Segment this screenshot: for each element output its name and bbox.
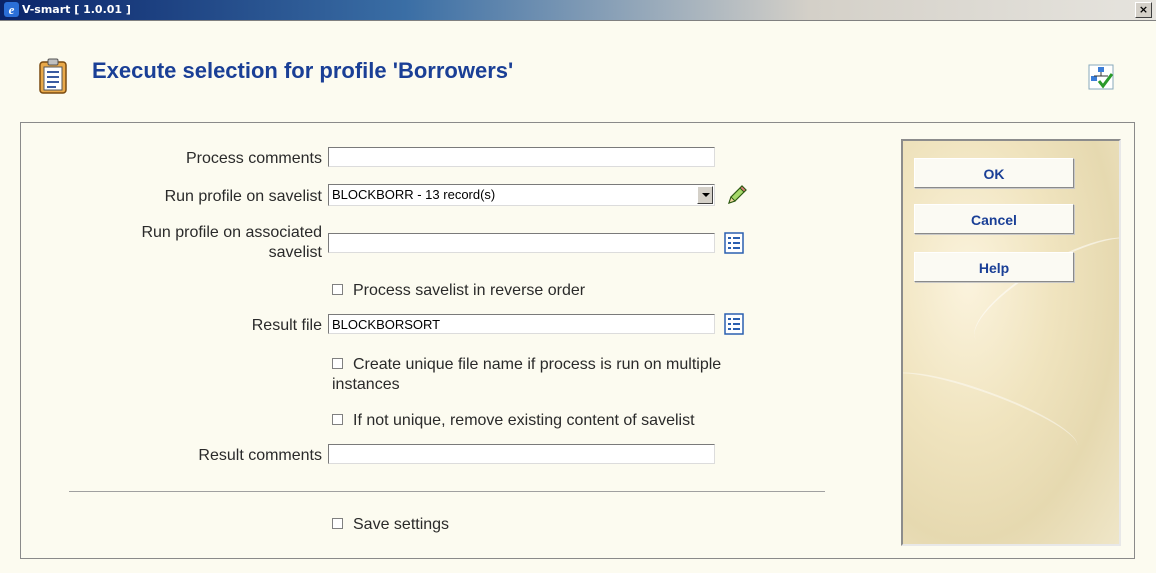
page-title: Execute selection for profile 'Borrowers… [92,58,514,83]
result-file-input[interactable] [328,314,715,334]
list-icon[interactable] [724,232,744,254]
cancel-button[interactable]: Cancel [914,204,1074,234]
remove-content-checkbox[interactable] [332,414,343,425]
result-comments-label: Result comments [198,447,322,464]
process-comments-label: Process comments [185,150,322,167]
savelist-label: Run profile on savelist [164,188,322,205]
pencil-icon[interactable] [725,183,749,207]
savelist-value: BLOCKBORR - 13 record(s) [332,187,496,202]
marble-texture [903,358,1085,466]
process-comments-input[interactable] [328,147,715,167]
unique-name-label-line1: Create unique file name if process is ru… [353,356,722,373]
reverse-order-row[interactable]: Process savelist in reverse order [332,281,585,301]
unique-name-checkbox[interactable] [332,358,343,369]
save-settings-checkbox[interactable] [332,518,343,529]
form-panel: Process comments Run profile on savelist… [20,122,1135,559]
associated-savelist-input[interactable] [328,233,715,253]
reverse-order-label: Process savelist in reverse order [353,282,586,299]
remove-content-label: If not unique, remove existing content o… [353,412,695,429]
list-icon[interactable] [724,313,744,335]
ok-button[interactable]: OK [914,158,1074,188]
ie-icon: e [4,2,19,17]
save-settings-label: Save settings [353,516,450,533]
reverse-order-checkbox[interactable] [332,284,343,295]
divider [69,491,825,492]
associated-savelist-label-line1: Run profile on associated [141,224,322,241]
hierarchy-check-icon[interactable] [1088,64,1114,90]
chevron-down-icon[interactable] [697,186,713,204]
close-button[interactable]: × [1135,2,1152,18]
unique-name-row[interactable]: Create unique file name if process is ru… [332,355,721,375]
remove-content-row[interactable]: If not unique, remove existing content o… [332,411,695,431]
save-settings-row[interactable]: Save settings [332,515,449,535]
marble-texture [960,217,1119,367]
window-title: V-smart [ 1.0.01 ] [22,3,131,16]
associated-savelist-label-line2: savelist [268,244,322,261]
window-title-bar: e V-smart [ 1.0.01 ] × [0,0,1156,21]
savelist-select[interactable]: BLOCKBORR - 13 record(s) [328,184,715,206]
help-button[interactable]: Help [914,252,1074,282]
result-file-label: Result file [251,317,322,334]
result-comments-input[interactable] [328,444,715,464]
button-panel: OK Cancel Help [901,139,1121,546]
unique-name-label-line2: instances [332,376,400,393]
clipboard-icon [39,58,67,94]
